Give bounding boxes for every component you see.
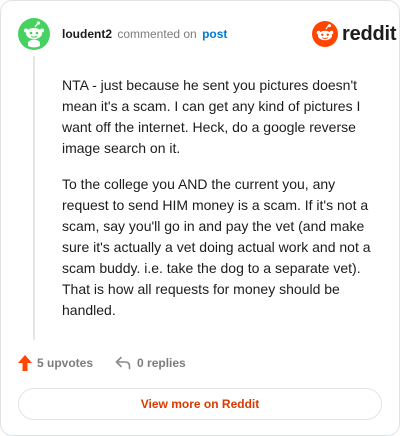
comment-paragraph-1: NTA - just because he sent you pictures …: [62, 77, 361, 156]
upvote-button[interactable]: 5 upvotes: [18, 355, 93, 371]
upvote-count: 5 upvotes: [37, 356, 94, 370]
action-text: commented on: [117, 27, 197, 41]
comment-header: loudent2 commented on post: [62, 27, 227, 41]
comment-actions: 5 upvotes 0 replies: [18, 355, 186, 371]
comment-paragraph-2: To the college you AND the current you, …: [62, 176, 371, 318]
reply-count: 0 replies: [137, 356, 186, 370]
upvote-arrow-icon: [18, 355, 32, 371]
reply-button[interactable]: 0 replies: [115, 356, 186, 370]
post-link[interactable]: post: [202, 27, 227, 41]
view-more-on-reddit-button[interactable]: View more on Reddit: [18, 388, 382, 420]
reddit-logo-icon: [312, 21, 338, 47]
reddit-logo[interactable]: reddit: [312, 21, 397, 47]
reply-arrow-icon: [115, 356, 131, 370]
username-link[interactable]: loudent2: [62, 27, 112, 41]
comment-body: NTA - just because he sent you pictures …: [62, 75, 380, 336]
reddit-wordmark: reddit: [342, 23, 397, 45]
user-avatar-icon[interactable]: [18, 18, 50, 50]
thread-line: [33, 56, 35, 340]
comment-card: loudent2 commented on post reddit NTA - …: [0, 0, 400, 436]
